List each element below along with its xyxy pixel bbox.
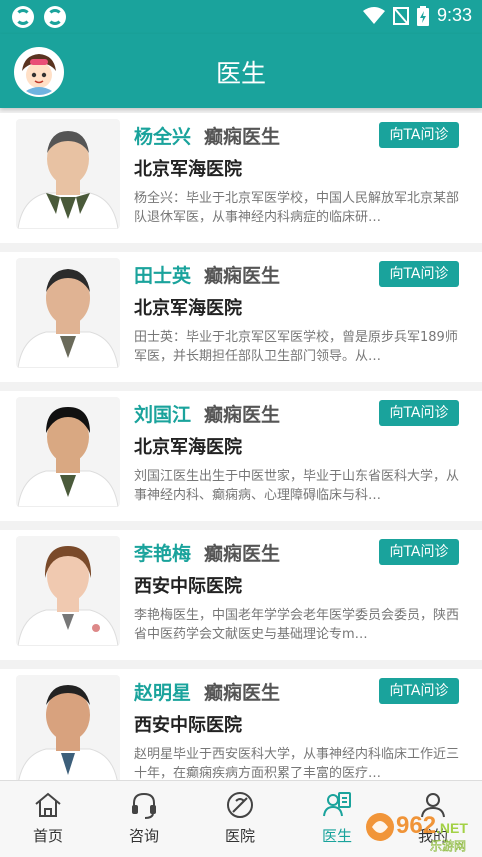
doctor-bio: 刘国江医生出生于中医世家，毕业于山东省医科大学，从事神经内科、癫痫病、心理障碍临… (134, 469, 460, 503)
status-time: 9:33 (436, 5, 472, 25)
doctor-card[interactable]: 刘国江 癫痫医生 向TA问诊 北京军海医院 刘国江医生出生于中医世家，毕业于山东… (0, 391, 482, 521)
tab-consult[interactable]: 咨询 (109, 789, 179, 846)
doctor-hospital: 北京军海医院 (134, 159, 242, 180)
tab-label: 咨询 (128, 827, 159, 845)
tab-label: 医生 (321, 827, 352, 845)
doctor-bio: 李艳梅医生，中国老年学学会老年医学委员会委员，陕西省中医药学会文献医史与基础理论… (134, 608, 460, 642)
doctor-name: 田士英 (134, 265, 192, 287)
doctor-name: 赵明星 (134, 682, 192, 704)
doctor-specialty: 癫痫医生 (204, 126, 281, 148)
doctor-specialty: 癫痫医生 (204, 404, 281, 426)
doctor-hospital: 西安中际医院 (134, 715, 242, 736)
wifi-icon (362, 6, 385, 24)
status-bar: 9:33 (0, 0, 482, 34)
consult-button[interactable]: 向TA问诊 (379, 261, 459, 287)
doctor-card[interactable]: 赵明星 癫痫医生 向TA问诊 西安中际医院 赵明星毕业于西安医科大学，从事神经内… (0, 669, 482, 780)
doctor-list[interactable]: 杨全兴 癫痫医生 向TA问诊 北京军海医院 杨全兴：毕业于北京军医学校，中国人民… (0, 108, 482, 780)
doctor-photo (16, 397, 120, 507)
doctor-bio: 杨全兴：毕业于北京军医学校，中国人民解放军北京某部队退休军医，从事神经内科病症的… (134, 191, 460, 225)
doctor-card[interactable]: 杨全兴 癫痫医生 向TA问诊 北京军海医院 杨全兴：毕业于北京军医学校，中国人民… (0, 113, 482, 243)
tab-label: 医院 (224, 827, 255, 845)
doctor-photo (16, 536, 120, 646)
app-notification-icon (12, 6, 34, 28)
app-notification-icon (44, 6, 66, 28)
doctor-specialty: 癫痫医生 (204, 543, 281, 565)
watermark-sub: 乐游网 (430, 839, 466, 853)
tab-hospital[interactable]: 医院 (205, 789, 275, 846)
tab-label: 首页 (32, 827, 63, 845)
site-watermark-logo: 962 .NET 乐游网 (366, 812, 468, 853)
no-signal-icon (392, 6, 409, 25)
doctor-name: 李艳梅 (134, 543, 192, 565)
doctor-bio: 田士英：毕业于北京军区军医学校，曾是原步兵军189师军医，并长期担任部队卫生部门… (134, 330, 458, 364)
doctor-photo (16, 119, 120, 229)
consult-button[interactable]: 向TA问诊 (379, 122, 459, 148)
doctor-icon (323, 792, 351, 817)
consult-button[interactable]: 向TA问诊 (379, 678, 459, 704)
watermark-suffix: .NET (436, 820, 468, 836)
watermark-brand: 962 (396, 812, 436, 839)
doctor-hospital: 北京军海医院 (134, 298, 242, 319)
doctor-specialty: 癫痫医生 (204, 682, 281, 704)
doctor-hospital: 北京军海医院 (134, 437, 242, 458)
doctor-card[interactable]: 田士英 癫痫医生 向TA问诊 北京军海医院 田士英：毕业于北京军区军医学校，曾是… (0, 252, 482, 382)
doctor-hospital: 西安中际医院 (134, 576, 242, 597)
hospital-icon (227, 792, 253, 818)
doctor-specialty: 癫痫医生 (204, 265, 281, 287)
doctor-name: 杨全兴 (134, 126, 192, 148)
consult-button[interactable]: 向TA问诊 (379, 539, 459, 565)
home-icon (35, 792, 61, 817)
battery-icon (416, 5, 429, 26)
page-title: 医生 (215, 59, 266, 88)
tab-doctor[interactable]: 医生 (302, 789, 372, 846)
doctor-photo (16, 258, 120, 368)
app-header: 医生 (0, 34, 482, 108)
tab-home[interactable]: 首页 (13, 789, 83, 846)
consult-button[interactable]: 向TA问诊 (379, 400, 459, 426)
headset-icon (132, 792, 156, 819)
doctor-name: 刘国江 (134, 404, 192, 426)
doctor-card[interactable]: 李艳梅 癫痫医生 向TA问诊 西安中际医院 李艳梅医生，中国老年学学会老年医学委… (0, 530, 482, 660)
doctor-bio: 赵明星毕业于西安医科大学，从事神经内科临床工作近三十年，在癫痫疾病方面积累了丰富… (134, 747, 460, 780)
doctor-photo (16, 675, 120, 780)
